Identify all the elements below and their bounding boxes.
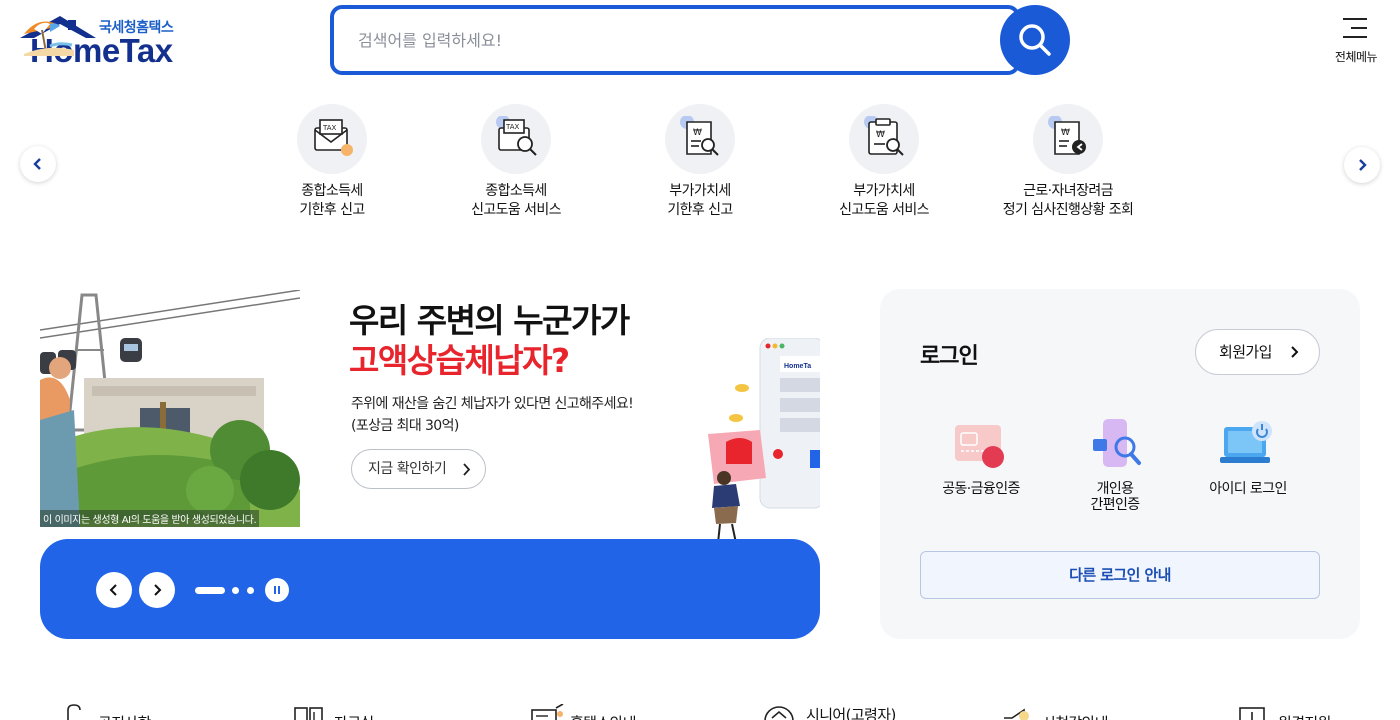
quick-label-line1: 부가가치세 [669, 183, 731, 199]
chevron-left-icon [109, 584, 117, 596]
search-input[interactable] [358, 9, 958, 71]
banner-cta-label: 지금 확인하기 [368, 461, 447, 477]
audio-visual-label: 시청각안내 [1042, 712, 1109, 720]
quick-menu-item[interactable]: TAX 종합소득세기한후 신고 [242, 104, 422, 220]
svg-text:₩: ₩ [876, 130, 885, 140]
signup-button[interactable]: 회원가입 [1195, 329, 1320, 375]
id-login-icon [1220, 421, 1272, 463]
simple-auth-icon [1093, 419, 1141, 467]
simple-auth-label-line1: 개인용 [1096, 481, 1134, 497]
banner-dot[interactable] [232, 587, 239, 594]
benefit-receipt-icon: ₩ [1033, 104, 1103, 174]
notice-link[interactable]: 공지사항 [64, 704, 184, 720]
senior-label: 시니어(고령자) [806, 706, 896, 720]
quick-menu-prev-button[interactable] [20, 146, 56, 182]
certificate-login-option[interactable]: 공동·금융인증 [911, 417, 1051, 497]
all-menu-label: 전체메뉴 [1334, 50, 1378, 64]
banner-description: 주위에 재산을 숨긴 체납자가 있다면 신고해주세요! (포상금 최대 30억) [351, 393, 634, 437]
banner-next-button[interactable] [139, 572, 175, 608]
guide-label: 홈택스안내 [570, 712, 637, 720]
remote-support-label: 원격지원 [1278, 712, 1331, 720]
certificate-login-label: 공동·금융인증 [942, 481, 1020, 497]
svg-text:₩: ₩ [1061, 128, 1070, 138]
id-login-option[interactable]: 아이디 로그인 [1178, 417, 1318, 497]
remote-support-icon [1239, 707, 1265, 720]
tax-search-icon: TAX [481, 104, 551, 174]
banner-control-bar [40, 539, 820, 639]
chevron-left-icon [33, 158, 41, 170]
svg-text:HomeTa: HomeTa [784, 363, 811, 370]
senior-link[interactable]: 시니어(고령자) [764, 704, 914, 720]
search-button[interactable] [1000, 5, 1070, 75]
vat-receipt-icon: ₩ [665, 104, 735, 174]
quick-label-line2: 신고도움 서비스 [839, 202, 929, 218]
quick-label-line1: 종합소득세 [485, 183, 547, 199]
archive-label: 자료실 [334, 712, 374, 720]
simple-auth-label-line2: 간편인증 [1090, 497, 1140, 513]
banner-cta-button[interactable]: 지금 확인하기 [351, 449, 486, 489]
svg-text:TAX: TAX [322, 124, 337, 132]
quick-menu-next-button[interactable] [1344, 147, 1380, 183]
quick-label-line1: 부가가치세 [853, 183, 915, 199]
senior-icon [764, 706, 794, 720]
svg-text:TAX: TAX [505, 123, 520, 131]
signup-label: 회원가입 [1219, 343, 1272, 361]
quick-label-line2: 기한후 신고 [299, 202, 365, 218]
pause-icon [274, 586, 276, 594]
banner-cablecar-illustration [40, 290, 300, 527]
quick-menu-item[interactable]: ₩ 부가가치세신고도움 서비스 [794, 104, 974, 220]
guide-icon [531, 704, 564, 720]
chevron-right-icon [1359, 159, 1367, 171]
search-icon [1019, 24, 1051, 56]
audio-visual-icon [1004, 708, 1029, 720]
other-login-guide-button[interactable]: 다른 로그인 안내 [920, 551, 1320, 599]
quick-menu-item[interactable]: ₩ 부가가치세기한후 신고 [610, 104, 790, 220]
hometax-logo[interactable]: 국세청홈택스 HomeTax [20, 14, 245, 70]
all-menu-button[interactable]: 전체메뉴 [1325, 14, 1387, 70]
banner-image-caption: 이 이미지는 생성형 AI의 도움을 받아 생성되었습니다. [40, 510, 260, 527]
vat-clipboard-search-icon: ₩ [849, 104, 919, 174]
audio-visual-link[interactable]: 시청각안내 [1000, 704, 1120, 720]
banner-dot-active[interactable] [195, 587, 225, 594]
quick-label-line1: 종합소득세 [301, 183, 363, 199]
quick-menu-item[interactable]: ₩ 근로·자녀장려금정기 심사진행상황 조회 [978, 104, 1158, 220]
main-banner[interactable]: 이 이미지는 생성형 AI의 도움을 받아 생성되었습니다. 우리 주변의 누군… [40, 290, 820, 640]
guide-link[interactable]: 홈택스안내 [530, 704, 660, 720]
simple-auth-login-option[interactable]: 개인용 간편인증 [1045, 417, 1185, 513]
banner-pause-button[interactable] [265, 578, 289, 602]
banner-title-line2: 고액상습체납자? [349, 341, 570, 380]
beach-umbrella-icon [24, 21, 74, 56]
archive-link[interactable]: 자료실 [294, 704, 404, 720]
notice-icon [67, 704, 81, 720]
search-box [330, 5, 1020, 75]
banner-description-line2: (포상금 최대 30억) [351, 418, 459, 434]
quick-menu-item[interactable]: TAX 종합소득세신고도움 서비스 [426, 104, 606, 220]
quick-label-line2: 정기 심사진행상황 조회 [1002, 202, 1134, 218]
login-title: 로그인 [920, 344, 979, 369]
quick-label-line2: 기한후 신고 [667, 202, 733, 218]
chevron-right-icon [154, 584, 162, 596]
certificate-icon [955, 425, 1004, 468]
notice-label: 공지사항 [98, 712, 151, 720]
banner-prev-button[interactable] [96, 572, 132, 608]
remote-support-link[interactable]: 원격지원 [1238, 704, 1338, 720]
login-panel: 로그인 회원가입 공동·금융인증 개인용 간편인증 아이디 로그인 다른 로그인… [880, 289, 1360, 639]
hamburger-icon [1343, 18, 1367, 38]
tax-envelope-icon: TAX [297, 104, 367, 174]
banner-description-line1: 주위에 재산을 숨긴 체납자가 있다면 신고해주세요! [351, 396, 634, 412]
id-login-label: 아이디 로그인 [1209, 481, 1287, 497]
quick-label-line2: 신고도움 서비스 [471, 202, 561, 218]
quick-label-line1: 근로·자녀장려금 [1023, 183, 1113, 199]
chevron-right-icon [1291, 346, 1299, 358]
chevron-right-icon [463, 463, 471, 476]
banner-report-illustration: HomeTa [680, 338, 820, 548]
banner-dot[interactable] [247, 587, 254, 594]
archive-icon [294, 707, 323, 720]
svg-text:₩: ₩ [693, 128, 702, 138]
